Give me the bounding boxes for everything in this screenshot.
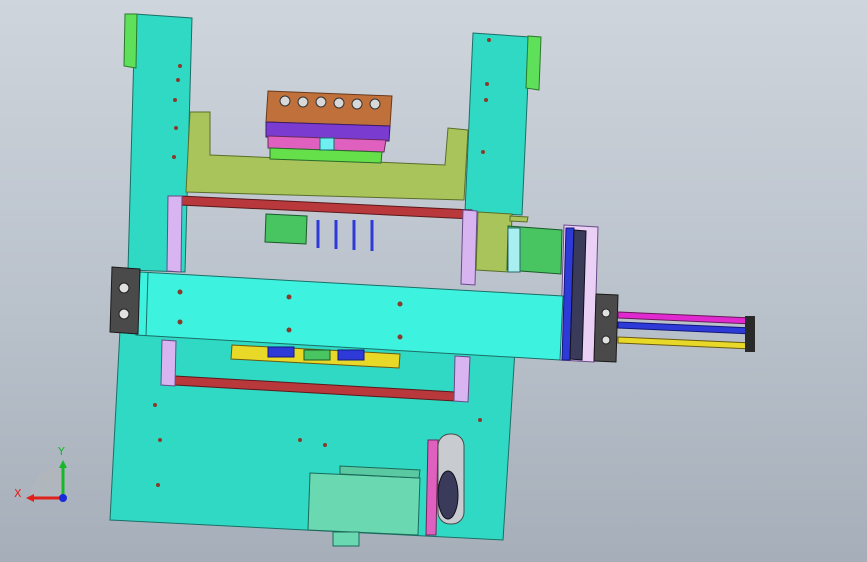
coordinate-triad: X Y	[14, 445, 67, 502]
bottom-motor[interactable]	[307, 472, 421, 536]
olive-coupling-housing[interactable]	[475, 211, 513, 273]
small-green-motor[interactable]	[264, 213, 308, 245]
left-frame-column[interactable]	[127, 13, 193, 273]
left-upper-bracket[interactable]	[166, 195, 183, 273]
left-clamp-block[interactable]	[109, 266, 141, 335]
screw-icon	[351, 98, 363, 110]
bolt-icon	[601, 335, 611, 345]
screw-icon	[369, 98, 381, 110]
slider-green-center[interactable]	[303, 349, 331, 361]
cad-viewport[interactable]: X Y	[0, 0, 867, 562]
right-clamp-block[interactable]	[593, 293, 619, 363]
z-axis-dot-icon	[59, 494, 67, 502]
screw-icon	[315, 96, 327, 108]
blue-rod[interactable]	[617, 321, 753, 335]
cyan-sensor[interactable]	[319, 137, 335, 151]
screw-icon	[297, 96, 309, 108]
bolt-icon	[118, 308, 130, 320]
x-axis-label: X	[14, 487, 22, 500]
coupling-cap[interactable]	[509, 215, 529, 223]
right-frame-column[interactable]	[464, 32, 531, 216]
bottom-pulley[interactable]	[437, 470, 459, 520]
slider-pad-right[interactable]	[337, 349, 365, 361]
assembly-drawing[interactable]: X Y	[0, 0, 867, 562]
right-green-tab[interactable]	[525, 35, 542, 91]
yellow-rod[interactable]	[617, 336, 753, 350]
x-axis-arrow-icon	[26, 494, 34, 502]
bottom-motor-foot[interactable]	[332, 531, 360, 547]
screw-icon	[333, 97, 345, 109]
triad-plane	[30, 465, 63, 498]
rod-end-block[interactable]	[745, 316, 755, 352]
motor-shaft-sleeve[interactable]	[507, 227, 521, 273]
right-lower-bracket[interactable]	[453, 355, 471, 403]
bolt-icon	[118, 282, 130, 294]
bolt-icon	[601, 308, 611, 318]
blue-pins	[316, 220, 374, 251]
bottom-lilac-arm[interactable]	[425, 439, 439, 536]
magenta-rod[interactable]	[617, 311, 753, 325]
y-axis-arrow-icon	[59, 460, 67, 468]
left-green-tab[interactable]	[123, 13, 138, 69]
y-axis-label: Y	[57, 445, 65, 458]
left-lower-bracket[interactable]	[160, 339, 177, 387]
slider-pad-left[interactable]	[267, 346, 295, 358]
right-upper-bracket[interactable]	[460, 209, 478, 286]
screw-icon	[279, 95, 291, 107]
